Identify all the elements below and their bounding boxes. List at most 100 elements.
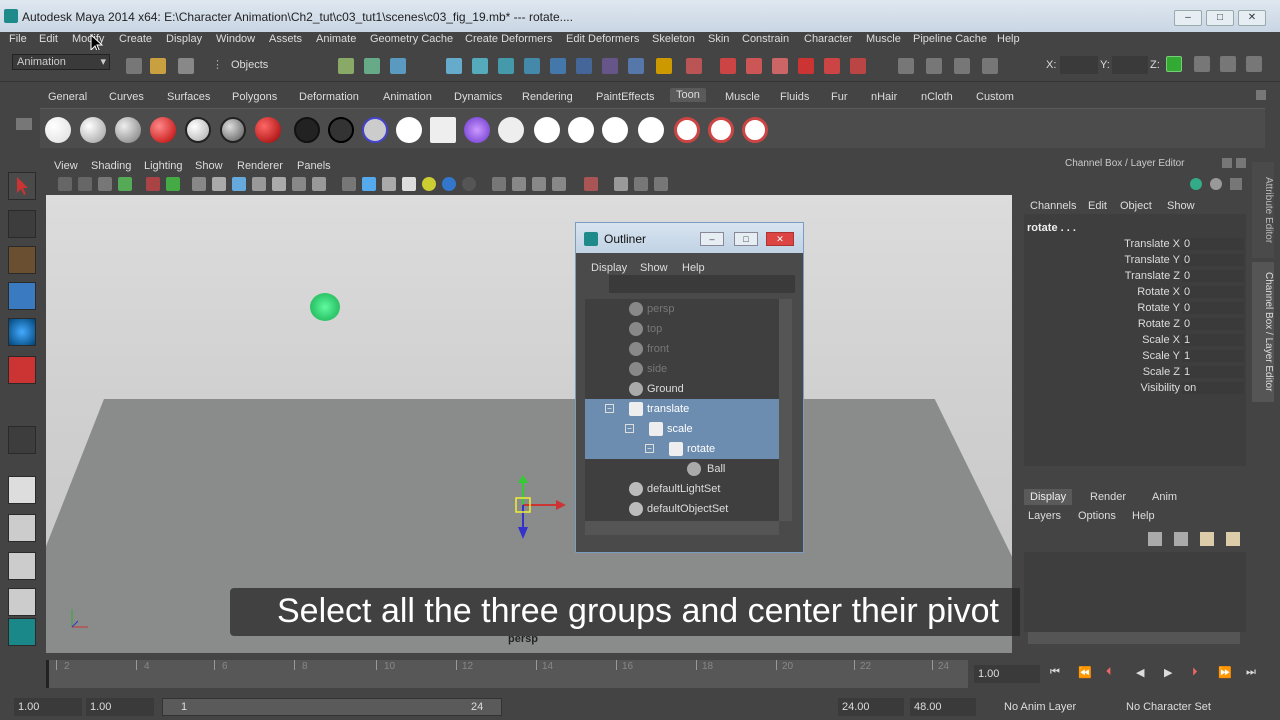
channel-value[interactable]: 1	[1182, 350, 1244, 362]
current-time-marker[interactable]	[46, 660, 49, 688]
move-tool-icon[interactable]	[8, 282, 36, 310]
toon-ring3-icon[interactable]	[742, 117, 768, 143]
channel-row[interactable]: Scale Y1	[1024, 350, 1244, 366]
ball-object[interactable]	[310, 293, 340, 321]
end-time-field[interactable]: 48.00	[910, 698, 976, 716]
step-back-icon[interactable]: ⏪	[1078, 666, 1092, 679]
menu-pipeline-cache[interactable]: Pipeline Cache	[913, 33, 987, 45]
tab-general[interactable]: General	[48, 91, 87, 103]
channel-box-icon[interactable]	[1246, 56, 1262, 72]
camera-select-icon[interactable]	[58, 177, 72, 191]
input-ops-icon[interactable]	[602, 58, 618, 74]
toon-outline-light-icon[interactable]	[185, 117, 211, 143]
collapse-icon[interactable]: −	[605, 404, 614, 413]
outliner-menu-display[interactable]: Display	[591, 262, 627, 274]
attribute-editor-icon[interactable]	[1194, 56, 1210, 72]
textured-icon[interactable]	[402, 177, 416, 191]
menu-character[interactable]: Character	[804, 33, 852, 45]
tab-polygons[interactable]: Polygons	[232, 91, 277, 103]
close-panel-icon[interactable]	[1236, 158, 1246, 168]
lights-icon[interactable]	[422, 177, 436, 191]
channel-menu-show[interactable]: Show	[1167, 200, 1195, 212]
toon-ring-icon[interactable]	[674, 117, 700, 143]
transform-manipulator-icon[interactable]	[506, 475, 586, 545]
menu-skin[interactable]: Skin	[708, 33, 729, 45]
viewport-layout-icon[interactable]	[654, 177, 668, 191]
menu-constrain[interactable]: Constrain	[742, 33, 789, 45]
start-time-field[interactable]: 1.00	[14, 698, 82, 716]
panel-menu-lighting[interactable]: Lighting	[144, 160, 183, 172]
last-tool-icon[interactable]	[8, 426, 36, 454]
four-view-icon[interactable]	[8, 514, 36, 542]
character-set-dropdown[interactable]: No Character Set	[1126, 701, 1211, 713]
toon-lines-icon[interactable]	[396, 117, 422, 143]
sidebar-toggle-icon[interactable]	[982, 58, 998, 74]
maximize-button[interactable]: □	[1206, 10, 1234, 26]
list-item[interactable]: persp	[585, 299, 779, 319]
layer-tab-display[interactable]: Display	[1024, 489, 1073, 505]
layer-scrollbar[interactable]	[1028, 632, 1240, 644]
collapse-icon[interactable]: −	[645, 444, 654, 453]
menu-create-deformers[interactable]: Create Deformers	[465, 33, 552, 45]
menu-edit[interactable]: Edit	[39, 33, 58, 45]
lock-icon[interactable]	[656, 58, 672, 74]
play-forwards-icon[interactable]: ▶	[1164, 666, 1172, 679]
channel-row[interactable]: Scale Z1	[1024, 366, 1244, 382]
xray-icon[interactable]	[512, 177, 526, 191]
make-live-icon[interactable]	[550, 58, 566, 74]
panel-menu-show[interactable]: Show	[195, 160, 223, 172]
open-scene-icon[interactable]	[150, 58, 166, 74]
channel-box-option3-icon[interactable]	[1230, 178, 1242, 190]
channel-row[interactable]: Visibility on	[1024, 382, 1244, 398]
shadows-icon[interactable]	[442, 177, 456, 191]
perspective-viewport[interactable]: persp	[46, 195, 1012, 653]
list-item[interactable]: Ball	[585, 459, 779, 479]
snap-view-plane-icon[interactable]	[524, 58, 540, 74]
selection-mask-icon[interactable]: ⋮	[212, 58, 223, 71]
xray-joints-icon[interactable]	[532, 177, 546, 191]
toon-fill-red-outline-icon[interactable]	[255, 117, 281, 143]
select-tool-icon[interactable]	[8, 172, 36, 200]
shadow-dark-icon[interactable]	[462, 177, 476, 191]
tool-settings-icon[interactable]	[1220, 56, 1236, 72]
toon-paint-icon[interactable]	[534, 117, 560, 143]
step-forward-icon[interactable]: ⏩	[1218, 666, 1232, 679]
list-item[interactable]: top	[585, 319, 779, 339]
channel-value[interactable]: 1	[1182, 366, 1244, 378]
toon-profile-icon[interactable]	[328, 117, 354, 143]
render-icon[interactable]	[720, 58, 736, 74]
channel-value[interactable]: 0	[1182, 238, 1244, 250]
relative-mode-icon[interactable]	[926, 58, 942, 74]
gate-mask-icon[interactable]	[252, 177, 266, 191]
x-field[interactable]	[1060, 56, 1098, 74]
time-slider[interactable]: 2 4 6 8 10 12 14 16 18 20 22 24	[46, 660, 968, 688]
tab-deformation[interactable]: Deformation	[299, 91, 359, 103]
layer-move-up-icon[interactable]	[1148, 532, 1162, 546]
single-view-icon[interactable]	[8, 476, 36, 504]
snap-grid-icon[interactable]	[446, 58, 462, 74]
channel-row[interactable]: Rotate Z0	[1024, 318, 1244, 334]
grid-icon[interactable]	[192, 177, 206, 191]
channel-menu-edit[interactable]: Edit	[1088, 200, 1107, 212]
outliner-menu-help[interactable]: Help	[682, 262, 705, 274]
y-field[interactable]	[1112, 56, 1148, 74]
tab-muscle[interactable]: Muscle	[725, 91, 760, 103]
graph-layout-icon[interactable]	[8, 588, 36, 616]
layer-move-down-icon[interactable]	[1174, 532, 1188, 546]
rotate-tool-icon[interactable]	[8, 318, 36, 346]
menu-window[interactable]: Window	[216, 33, 255, 45]
scale-tool-icon[interactable]	[8, 356, 36, 384]
tab-nhair[interactable]: nHair	[871, 91, 897, 103]
channel-value[interactable]: 0	[1182, 318, 1244, 330]
light-icon[interactable]	[850, 58, 866, 74]
menu-display[interactable]: Display	[166, 33, 202, 45]
render-view-icon[interactable]	[824, 58, 840, 74]
tab-ncloth[interactable]: nCloth	[921, 91, 953, 103]
film-gate-icon[interactable]	[212, 177, 226, 191]
paint-select-icon[interactable]	[8, 246, 36, 274]
toon-fill-red-icon[interactable]	[150, 117, 176, 143]
layer-tab-render[interactable]: Render	[1090, 491, 1126, 503]
select-object-icon[interactable]	[364, 58, 380, 74]
step-back-key-icon[interactable]: ⏴	[1106, 666, 1112, 679]
viewport-frame-icon[interactable]	[634, 177, 648, 191]
